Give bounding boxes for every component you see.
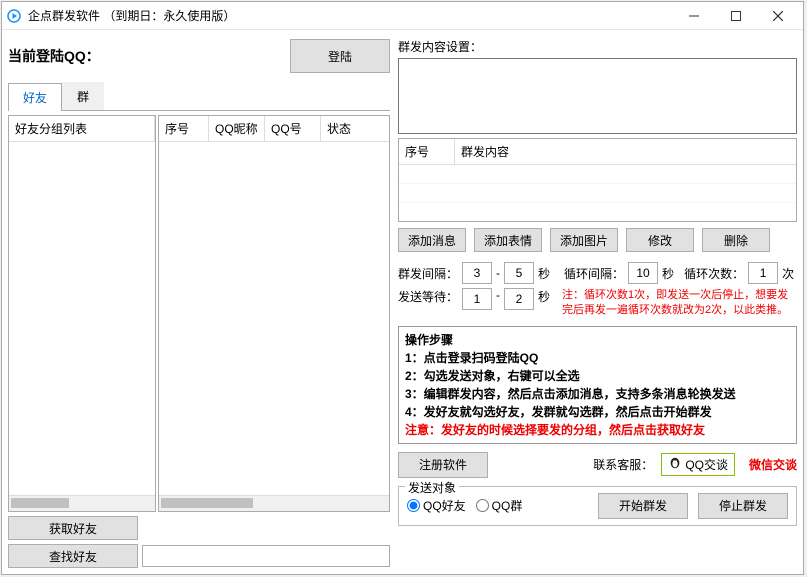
current-login-label: 当前登陆QQ：: [8, 46, 290, 66]
wait-label: 发送等待：: [398, 288, 458, 305]
tabs: 好友 群: [8, 82, 390, 111]
register-button[interactable]: 注册软件: [398, 452, 488, 478]
delete-button[interactable]: 删除: [702, 228, 770, 252]
loop-note: 注：循环次数1次，即发送一次后停止，想要发完后再发一遍循环次数就改为2次，以此类…: [562, 288, 797, 318]
contact-label: 联系客服：: [593, 456, 653, 473]
interval-label: 群发间隔：: [398, 265, 458, 282]
interval-min-input[interactable]: [462, 262, 492, 284]
find-friends-button[interactable]: 查找好友: [8, 544, 138, 568]
steps-note: 注意：发好友的时候选择要发的分组，然后点击获取好友: [405, 421, 790, 439]
stop-send-button[interactable]: 停止群发: [698, 493, 788, 519]
steps-title: 操作步骤: [405, 331, 790, 349]
penguin-icon: [668, 456, 682, 473]
loop-count-input[interactable]: [748, 262, 778, 284]
search-input[interactable]: [142, 545, 390, 567]
loop-interval-input[interactable]: [628, 262, 658, 284]
step-1: 1：点击登录扫码登陆QQ: [405, 349, 790, 367]
radio-qq-friend[interactable]: QQ好友: [407, 497, 466, 514]
step-4: 4：发好友就勾选好友，发群就勾选群，然后点击开始群发: [405, 403, 790, 421]
minimize-button[interactable]: [673, 2, 715, 30]
hscrollbar[interactable]: [159, 495, 389, 511]
add-image-button[interactable]: 添加图片: [550, 228, 618, 252]
loop-interval-label: 循环间隔：: [564, 265, 624, 282]
col-qq: QQ号: [265, 116, 321, 141]
wechat-contact-button[interactable]: 微信交谈: [749, 456, 797, 473]
start-send-button[interactable]: 开始群发: [598, 493, 688, 519]
tab-friends[interactable]: 好友: [8, 83, 62, 111]
steps-box: 操作步骤 1：点击登录扫码登陆QQ 2：勾选发送对象，右键可以全选 3：编辑群发…: [398, 326, 797, 444]
titlebar: 企点群发软件 （到期日：永久使用版）: [2, 2, 803, 30]
msg-setting-label: 群发内容设置：: [398, 36, 797, 55]
close-button[interactable]: [757, 2, 799, 30]
add-msg-button[interactable]: 添加消息: [398, 228, 466, 252]
friend-table[interactable]: 序号 QQ昵称 QQ号 状态: [158, 115, 390, 512]
col-status: 状态: [321, 116, 389, 141]
msg-table[interactable]: 序号 群发内容: [398, 138, 797, 222]
step-3: 3：编辑群发内容，然后点击添加消息，支持多条消息轮换发送: [405, 385, 790, 403]
send-target-group: 发送对象 QQ好友 QQ群 开始群发 停止群发: [398, 486, 797, 526]
window-title: 企点群发软件 （到期日：永久使用版）: [28, 7, 673, 24]
edit-button[interactable]: 修改: [626, 228, 694, 252]
interval-max-input[interactable]: [504, 262, 534, 284]
app-icon: [6, 8, 22, 24]
col-seq: 序号: [159, 116, 209, 141]
qq-contact-button[interactable]: QQ交谈: [661, 453, 735, 476]
step-2: 2：勾选发送对象，右键可以全选: [405, 367, 790, 385]
msg-content-box[interactable]: [398, 58, 797, 134]
login-button[interactable]: 登陆: [290, 39, 390, 73]
radio-qq-group[interactable]: QQ群: [476, 497, 523, 514]
hscrollbar[interactable]: [9, 495, 155, 511]
friend-group-list[interactable]: 好友分组列表: [8, 115, 156, 512]
msg-col-seq: 序号: [399, 139, 455, 164]
loop-count-label: 循环次数：: [684, 265, 744, 282]
app-window: 企点群发软件 （到期日：永久使用版） 当前登陆QQ： 登陆 好友 群 好友分组列…: [1, 1, 804, 575]
wait-min-input[interactable]: [462, 288, 492, 310]
send-legend: 发送对象: [405, 479, 459, 496]
col-nick: QQ昵称: [209, 116, 265, 141]
tab-groups[interactable]: 群: [62, 82, 104, 110]
maximize-button[interactable]: [715, 2, 757, 30]
msg-col-content: 群发内容: [455, 139, 796, 164]
add-emoji-button[interactable]: 添加表情: [474, 228, 542, 252]
get-friends-button[interactable]: 获取好友: [8, 516, 138, 540]
wait-max-input[interactable]: [504, 288, 534, 310]
friend-group-header: 好友分组列表: [9, 116, 155, 141]
